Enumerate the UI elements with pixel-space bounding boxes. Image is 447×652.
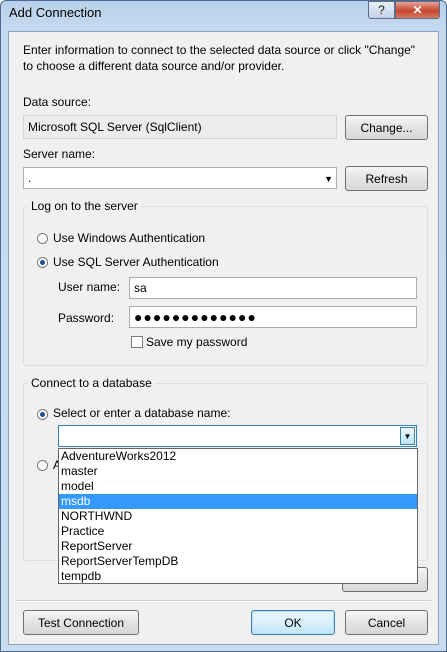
- list-item-selected[interactable]: msdb: [59, 494, 417, 509]
- password-input[interactable]: ●●●●●●●●●●●●●: [129, 306, 417, 328]
- logon-legend: Log on to the server: [28, 199, 141, 213]
- select-database-radio[interactable]: [37, 409, 48, 420]
- change-button[interactable]: Change...: [345, 115, 428, 140]
- list-item[interactable]: NORTHWND: [59, 509, 417, 524]
- help-button[interactable]: ?: [368, 1, 395, 19]
- list-item[interactable]: master: [59, 464, 417, 479]
- server-name-label: Server name:: [23, 147, 96, 161]
- database-dropdown-list[interactable]: AdventureWorks2012 master model msdb NOR…: [58, 448, 418, 584]
- username-label: User name:: [58, 280, 121, 294]
- dialog-body: Enter information to connect to the sele…: [8, 31, 439, 645]
- list-item[interactable]: ReportServer: [59, 539, 417, 554]
- sql-auth-label[interactable]: Use SQL Server Authentication: [53, 255, 219, 269]
- change-button-label: Change...: [360, 120, 413, 135]
- title-bar[interactable]: Add Connection ? ✕: [1, 1, 446, 25]
- cancel-button-label: Cancel: [367, 615, 406, 630]
- close-button[interactable]: ✕: [395, 1, 440, 19]
- list-item[interactable]: model: [59, 479, 417, 494]
- test-connection-button[interactable]: Test Connection: [23, 610, 139, 635]
- database-legend: Connect to a database: [28, 376, 155, 390]
- ok-button[interactable]: OK: [251, 610, 335, 635]
- sql-auth-radio[interactable]: [37, 257, 48, 268]
- chevron-down-icon[interactable]: ▼: [400, 427, 415, 445]
- username-input[interactable]: sa: [129, 277, 417, 299]
- data-source-field: Microsoft SQL Server (SqlClient): [23, 115, 337, 139]
- help-icon: ?: [378, 3, 385, 17]
- refresh-button[interactable]: Refresh: [345, 166, 428, 191]
- database-name-combobox[interactable]: ▼: [58, 425, 417, 447]
- data-source-value: Microsoft SQL Server (SqlClient): [28, 120, 202, 134]
- save-password-label[interactable]: Save my password: [146, 335, 247, 349]
- chevron-down-icon[interactable]: ▼: [324, 174, 333, 184]
- windows-auth-label[interactable]: Use Windows Authentication: [53, 231, 205, 245]
- password-value: ●●●●●●●●●●●●●: [134, 309, 257, 325]
- add-connection-dialog: Add Connection ? ✕ Enter information to …: [0, 0, 447, 652]
- select-database-label[interactable]: Select or enter a database name:: [53, 406, 230, 420]
- close-icon: ✕: [412, 3, 423, 17]
- list-item[interactable]: AdventureWorks2012: [59, 449, 417, 464]
- windows-auth-radio[interactable]: [37, 233, 48, 244]
- list-item[interactable]: tempdb: [59, 569, 417, 584]
- server-name-combobox[interactable]: . ▼: [23, 167, 337, 189]
- ok-button-label: OK: [284, 615, 302, 630]
- data-source-label: Data source:: [23, 95, 92, 109]
- list-item[interactable]: ReportServerTempDB: [59, 554, 417, 569]
- server-name-value: .: [28, 171, 32, 185]
- username-value: sa: [134, 281, 147, 295]
- footer-divider: [16, 600, 431, 602]
- attach-database-radio[interactable]: [37, 460, 48, 471]
- cancel-button[interactable]: Cancel: [345, 610, 428, 635]
- intro-text: Enter information to connect to the sele…: [23, 43, 416, 73]
- refresh-button-label: Refresh: [365, 171, 408, 186]
- list-item[interactable]: Practice: [59, 524, 417, 539]
- test-connection-label: Test Connection: [37, 615, 125, 630]
- window-title: Add Connection: [9, 5, 102, 20]
- password-label: Password:: [58, 311, 115, 325]
- save-password-checkbox[interactable]: [131, 336, 143, 348]
